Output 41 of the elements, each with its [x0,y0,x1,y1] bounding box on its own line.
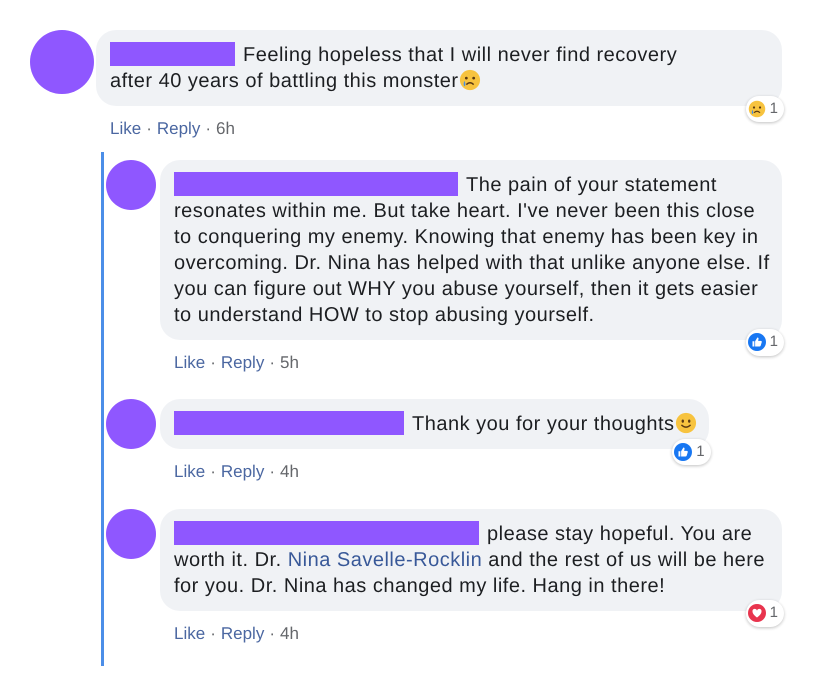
crying-face-icon [748,100,766,118]
separator-dot: · [146,118,152,140]
separator-dot: · [210,622,216,644]
reaction-count: 1 [770,332,778,352]
separator-dot: · [210,352,216,374]
reaction-badge[interactable]: 1 [746,96,784,122]
avatar[interactable] [106,399,156,449]
separator-dot: · [210,461,216,483]
comment-text: Thank you for your thoughts [174,411,697,437]
avatar[interactable] [106,508,156,558]
reply-link[interactable]: Reply [156,116,200,142]
like-link[interactable]: Like [110,116,142,142]
separator-dot: · [205,118,211,140]
reaction-badge[interactable]: 1 [672,438,711,465]
comment-text: The pain of your statement resonates within me. But take heart. I've never been this close to conquering my enemy. Knowing that enemy has been key in overcoming. Dr. Nina has helped with that unlike anyone else. If you can figure out WHY you abuse yourself, then it gets easier to understand HOW to stop abusing yourself. [174,172,770,328]
separator-dot: · [269,622,275,644]
timestamp: 5h [280,352,299,374]
profile-link[interactable]: Nina Savelle-Rocklin [288,548,482,570]
like-link[interactable]: Like [174,459,206,484]
thumbs-up-icon [674,442,692,461]
comment-text: Feeling hopeless that I will never find recovery after 40 years of battling this monster [110,42,678,94]
reaction-badge[interactable]: 1 [746,329,784,356]
like-link[interactable]: Like [174,350,206,375]
like-link[interactable]: Like [174,620,206,646]
reaction-count: 1 [770,98,778,118]
crying-face-icon [458,69,481,91]
separator-dot: · [269,461,275,483]
separator-dot: · [269,352,275,374]
reply-link[interactable]: Reply [220,350,264,375]
reply-link[interactable]: Reply [220,459,264,484]
reaction-badge[interactable]: 1 [746,600,784,626]
reaction-count: 1 [770,603,778,623]
reply-link[interactable]: Reply [220,620,264,646]
timestamp: 6h [216,118,235,140]
timestamp: 4h [280,461,299,483]
smiling-face-icon [674,412,697,434]
thumbs-up-icon [748,333,766,352]
avatar[interactable] [106,160,156,210]
reaction-count: 1 [696,442,705,462]
comment-text: please stay hopeful. You are worth it. Dr. Nina Savelle-Rocklin and the rest of us will be here for you. Dr. Nina has changed my life. Hang in there! [174,520,766,598]
timestamp: 4h [280,622,299,644]
